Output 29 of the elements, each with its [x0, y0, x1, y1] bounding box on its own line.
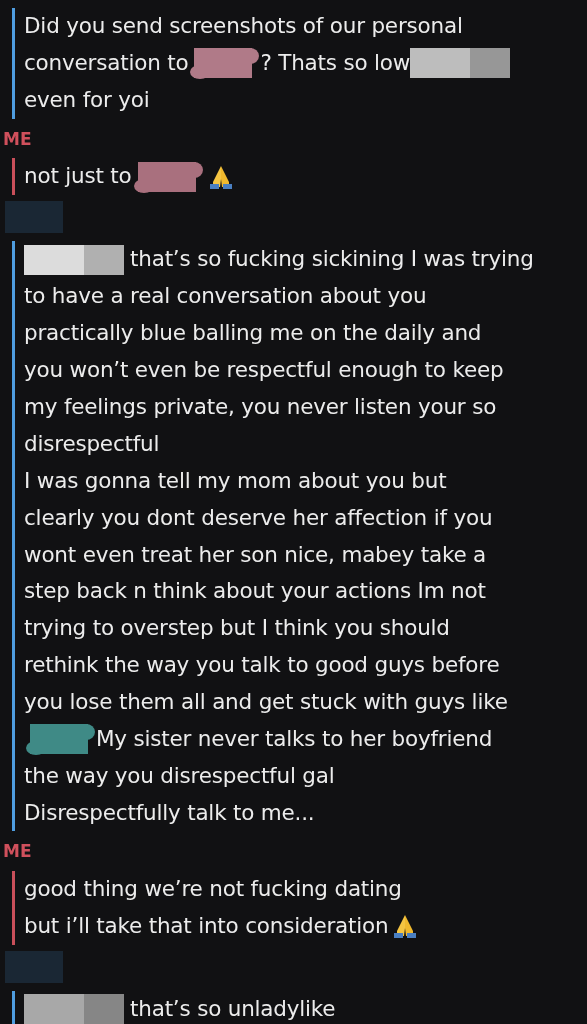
- message-text: the way you disrespectful gal: [24, 761, 335, 790]
- message-text: Did you send screenshots of our personal: [24, 12, 463, 41]
- praying-hands-icon: [392, 913, 419, 940]
- sender-label: ME: [3, 127, 32, 151]
- message-text: practically blue balling me on the daily and: [24, 319, 482, 348]
- message-text: step back n think about your actions Im not: [24, 577, 486, 606]
- message-text: Disrespectfully talk to me...: [24, 798, 315, 827]
- message-text: ? Thats so low: [260, 49, 411, 78]
- message-text: that’s so fucking sickining I was trying: [130, 245, 534, 274]
- redaction-mark: [5, 950, 63, 983]
- message-text: my feelings private, you never listen your so: [24, 392, 497, 421]
- message-text: wont even treat her son nice, mabey take a: [24, 540, 487, 569]
- message-text: even for yoi: [24, 86, 150, 115]
- message-text: clearly you dont deserve her affection if you: [24, 503, 493, 532]
- message-text: conversation to: [24, 49, 189, 78]
- message-text: that’s so unladylike: [130, 994, 336, 1023]
- message-text: you lose them all and get stuck with guys like: [24, 688, 508, 717]
- message-text: disrespectful: [24, 429, 160, 458]
- message-text: you won’t even be respectful enough to keep: [24, 356, 504, 385]
- message-text: trying to overstep but I think you should: [24, 614, 450, 643]
- message-text: to have a real conversation about you: [24, 282, 427, 311]
- sender-label: ME: [3, 840, 32, 864]
- message-text: rethink the way you talk to good guys before: [24, 651, 500, 680]
- message-text: but i’ll take that into consideration: [24, 912, 389, 940]
- message-text: good thing we’re not fucking dating: [24, 875, 402, 904]
- message-text: not just to: [24, 162, 132, 191]
- message-text: My sister never talks to her boyfriend: [96, 724, 493, 753]
- message-text: I was gonna tell my mom about you but: [24, 466, 447, 495]
- redaction-mark: [5, 201, 63, 234]
